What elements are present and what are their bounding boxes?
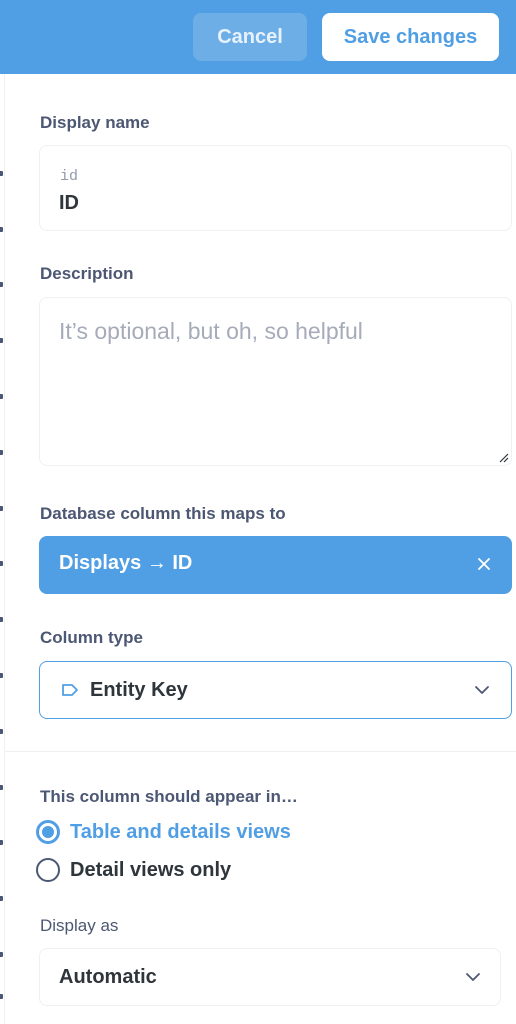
radio-unchecked-icon[interactable] xyxy=(36,858,60,882)
database-column-label: Database column this maps to xyxy=(40,504,286,523)
radio-label[interactable]: Detail views only xyxy=(70,859,231,882)
description-textarea[interactable]: It’s optional, but oh, so helpful xyxy=(39,297,512,466)
close-icon[interactable] xyxy=(477,557,491,571)
database-column-value: Displays → ID xyxy=(59,552,193,574)
chevron-down-icon xyxy=(466,973,480,981)
header-bar: Cancel Save changes xyxy=(0,0,516,74)
left-strip-mark xyxy=(0,785,3,790)
display-as-value: Automatic xyxy=(59,966,157,988)
left-strip-mark xyxy=(0,952,3,957)
description-label: Description xyxy=(40,264,134,283)
description-placeholder: It’s optional, but oh, so helpful xyxy=(59,318,363,344)
left-strip-mark xyxy=(0,394,3,399)
left-strip-mark xyxy=(0,450,3,455)
left-strip-mark xyxy=(0,840,3,845)
radio-option-detail-only[interactable]: Detail views only xyxy=(36,858,231,882)
visibility-label: This column should appear in… xyxy=(40,787,298,806)
left-strip-mark xyxy=(0,561,3,566)
radio-label[interactable]: Table and details views xyxy=(70,821,291,844)
left-strip-mark xyxy=(0,338,3,343)
radio-option-table-and-details[interactable]: Table and details views xyxy=(36,820,291,844)
section-divider xyxy=(4,751,516,752)
column-type-value: Entity Key xyxy=(90,679,188,701)
left-strip-mark xyxy=(0,673,3,678)
chevron-down-icon xyxy=(475,686,489,694)
column-type-label: Column type xyxy=(40,628,143,647)
column-type-select[interactable]: Entity Key xyxy=(39,661,512,719)
left-strip-mark xyxy=(0,896,3,901)
left-strip-mark xyxy=(0,282,3,287)
save-changes-button[interactable]: Save changes xyxy=(322,13,499,61)
cancel-button[interactable]: Cancel xyxy=(193,13,307,61)
database-column-selector[interactable]: Displays → ID xyxy=(39,536,512,594)
left-strip-mark xyxy=(0,729,3,734)
left-strip-mark xyxy=(0,171,3,176)
display-name-field[interactable]: id ID xyxy=(39,145,512,231)
left-strip-mark xyxy=(0,617,3,622)
tag-icon xyxy=(62,684,78,696)
resize-handle-icon[interactable] xyxy=(497,451,509,463)
left-strip-mark xyxy=(0,227,3,232)
left-strip-mark xyxy=(0,506,3,511)
left-strip-mark xyxy=(0,994,3,999)
display-name-label: Display name xyxy=(40,113,150,132)
display-as-select[interactable]: Automatic xyxy=(39,948,501,1006)
original-column-name: id xyxy=(60,168,79,185)
display-name-value[interactable]: ID xyxy=(59,192,79,215)
display-as-label: Display as xyxy=(40,916,119,935)
radio-checked-icon[interactable] xyxy=(36,820,60,844)
left-edge-strip xyxy=(0,74,5,1024)
